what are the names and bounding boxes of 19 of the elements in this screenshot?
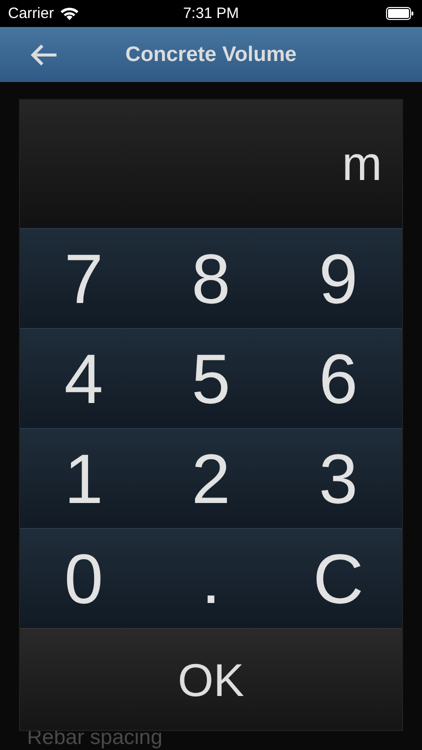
key-button[interactable]: .: [147, 528, 275, 628]
clock-time: 7:31 PM: [183, 5, 239, 22]
carrier-label: Carrier: [8, 5, 54, 22]
key-button[interactable]: 9: [274, 228, 402, 328]
ok-button[interactable]: OK: [20, 628, 402, 730]
key-button[interactable]: 6: [274, 328, 402, 428]
key-button[interactable]: 3: [274, 428, 402, 528]
screen-title: Concrete Volume: [124, 42, 298, 66]
key-button[interactable]: 5: [147, 328, 275, 428]
key-button[interactable]: 7: [20, 228, 148, 328]
key-button[interactable]: C: [274, 528, 402, 628]
key-button[interactable]: 1: [20, 428, 148, 528]
unit-label: m: [342, 136, 382, 192]
battery-icon: [386, 7, 414, 20]
wifi-icon: [60, 6, 79, 20]
key-button[interactable]: 0: [20, 528, 148, 628]
key-button[interactable]: 4: [20, 328, 148, 428]
key-button[interactable]: 2: [147, 428, 275, 528]
key-button[interactable]: 8: [147, 228, 275, 328]
